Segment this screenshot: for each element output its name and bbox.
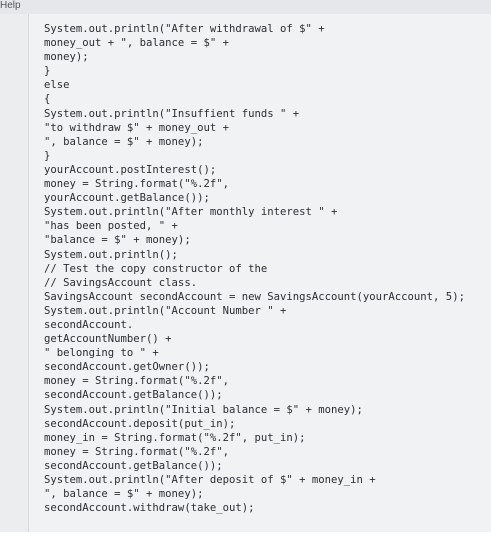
code-line: " belonging to " +	[44, 347, 159, 360]
code-line: secondAccount.withdraw(take_out);	[44, 502, 255, 515]
code-line: System.out.println("Account Number " +	[44, 304, 287, 317]
code-line: }	[44, 149, 51, 162]
code-line: "has been posted, " +	[44, 220, 178, 233]
code-line: money_in = String.format("%.2f", put_in)…	[44, 431, 306, 444]
code-line: System.out.println("Initial balance = $"…	[44, 403, 363, 416]
code-line: money = String.format("%.2f",	[44, 375, 229, 388]
code-line: SavingsAccount secondAccount = new Savin…	[44, 290, 465, 303]
code-line: yourAccount.postInterest();	[44, 163, 217, 176]
code-line: secondAccount.deposit(put_in);	[44, 417, 236, 430]
code-line: ", balance = $" + money);	[44, 135, 204, 148]
code-line: // SavingsAccount class.	[44, 276, 198, 289]
menu-help[interactable]: Help	[0, 0, 21, 12]
menu-bar: Help	[0, 0, 491, 14]
code-line: money = String.format("%.2f",	[44, 178, 229, 191]
code-line: // Test the copy constructor of the	[44, 262, 268, 275]
code-line: getAccountNumber() +	[44, 333, 172, 346]
code-line: ", balance = $" + money);	[44, 488, 204, 501]
code-line: money_out + ", balance = $" +	[44, 37, 229, 50]
code-line: secondAccount.getBalance());	[44, 389, 223, 402]
code-line: secondAccount.getBalance());	[44, 459, 223, 472]
code-line: System.out.println("After deposit of $" …	[44, 474, 376, 486]
code-line: else	[44, 79, 70, 92]
code-line: "balance = $" + money);	[44, 234, 191, 247]
code-line: {	[44, 93, 51, 106]
code-line: System.out.println("After monthly intere…	[44, 206, 338, 219]
code-line: yourAccount.getBalance());	[44, 192, 210, 205]
code-line: secondAccount.	[44, 318, 134, 331]
code-line: System.out.println("After withdrawal of …	[44, 23, 325, 35]
code-line: "to withdraw $" + money_out +	[44, 121, 229, 134]
code-line: money = String.format("%.2f",	[44, 445, 229, 458]
bottom-strip	[0, 532, 491, 547]
code-line: System.out.println("Insuffient funds " +	[44, 107, 300, 120]
code-line: money);	[44, 51, 89, 64]
code-line: System.out.println();	[44, 248, 178, 261]
code-line: }	[44, 65, 51, 78]
code-line: secondAccount.getOwner());	[44, 361, 210, 374]
code-text[interactable]: System.out.println("After withdrawal of …	[44, 22, 465, 515]
